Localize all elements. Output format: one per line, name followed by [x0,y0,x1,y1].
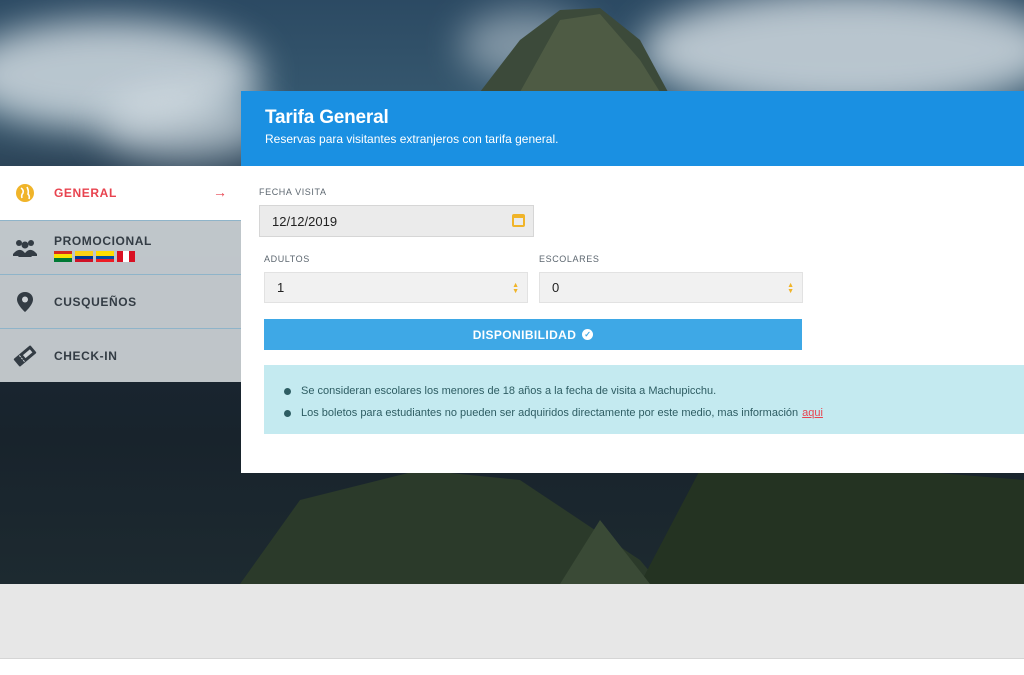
info-text: Los boletos para estudiantes no pueden s… [301,407,799,419]
students-value: 0 [552,280,560,295]
date-field[interactable]: 12/12/2019 [259,205,534,237]
info-text: Se consideran escolares los menores de 1… [301,385,717,397]
adults-value: 1 [277,280,285,295]
location-pin-icon [12,289,38,315]
date-label: FECHA VISITA [259,187,327,197]
page-subtitle: Reservas para visitantes extranjeros con… [265,132,559,146]
sidebar-item-label: PROMOCIONAL [54,233,152,248]
info-line: Los boletos para estudiantes no pueden s… [284,402,1024,424]
sidebar-item-label: CUSQUEÑOS [54,294,137,309]
bullet-icon [284,409,291,417]
flag-colombia-icon [75,250,93,262]
sidebar-item-cusquenos[interactable]: CUSQUEÑOS [0,274,241,328]
sidebar-item-label: CHECK-IN [54,348,118,363]
adults-label: ADULTOS [264,254,310,264]
sidebar-item-label: GENERAL [54,186,117,200]
more-info-link[interactable]: aqui [802,407,823,419]
bullet-icon [284,387,291,395]
promocional-block: PROMOCIONAL [54,234,152,262]
info-box: Se consideran escolares los menores de 1… [264,365,1024,434]
arrow-right-icon: → [213,184,227,200]
availability-button[interactable]: DISPONIBILIDAD ✓ [264,319,802,350]
sidebar-item-checkin[interactable]: CHECK-IN [0,328,241,382]
page-title: Tarifa General [265,107,389,128]
calendar-icon[interactable] [512,214,525,227]
availability-button-label: DISPONIBILIDAD [472,327,577,342]
footer-divider [0,658,1024,659]
flag-bolivia-icon [54,250,72,262]
students-label: ESCOLARES [539,254,600,264]
sidebar-item-general[interactable]: GENERAL → [0,166,241,220]
stepper-arrows-icon[interactable]: ▲ ▼ [512,282,519,295]
check-circle-icon: ✓ [582,329,594,340]
students-stepper[interactable]: 0 ▲ ▼ [539,272,803,303]
flag-ecuador-icon [96,250,114,262]
panel-header: Tarifa General Reservas para visitantes … [241,91,1024,166]
sidebar: GENERAL → PROMOCIONAL CUSQUEÑOS CHECK-IN [0,166,241,382]
group-icon [12,235,38,261]
date-value: 12/12/2019 [272,213,338,229]
footer-band [0,584,1024,658]
sidebar-item-promocional[interactable]: PROMOCIONAL [0,220,241,274]
info-line: Se consideran escolares los menores de 1… [284,380,1024,402]
adults-stepper[interactable]: 1 ▲ ▼ [264,272,528,303]
globe-icon [12,180,38,206]
ticket-icon [12,343,38,369]
booking-panel: Tarifa General Reservas para visitantes … [241,91,1024,473]
stepper-arrows-icon[interactable]: ▲ ▼ [787,282,794,295]
flag-peru-icon [117,250,135,262]
country-flags [54,250,152,262]
